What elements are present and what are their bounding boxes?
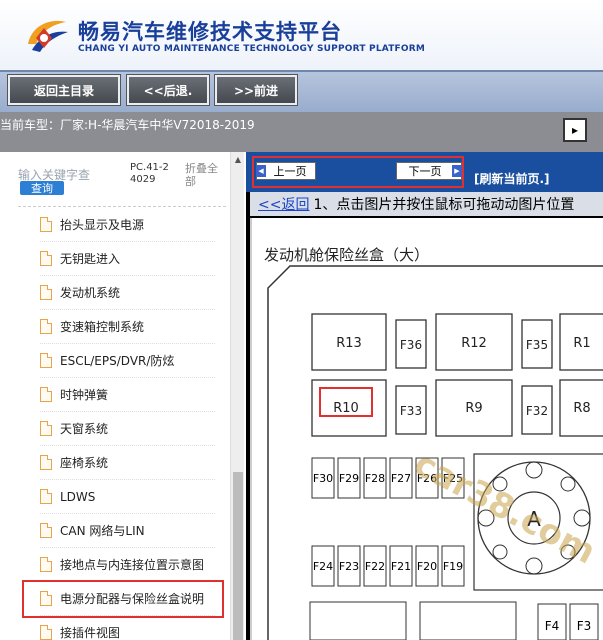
forward-button[interactable]: >>前进: [214, 74, 298, 106]
fuse-f33-label: F33: [400, 404, 422, 418]
selected-item-highlight: [22, 580, 224, 618]
next-page-button[interactable]: 下一页 ▶: [396, 162, 462, 180]
content-pane: ◀ 上一页 下一页 ▶ [刷新当前页.] <<返回 1、点击图片并按住鼠标可拖动…: [246, 152, 603, 640]
sidebar-item-escl[interactable]: ESCL/EPS/DVR/防炫: [40, 344, 215, 378]
diagram-viewer[interactable]: 发动机舱保险丝盒（大） R13 F36 R12 F35 R1 R10 F33 R…: [250, 218, 603, 640]
pc-code: PC.41-24029: [130, 162, 169, 185]
toggle-arrow-icon: ▸: [571, 123, 579, 137]
back-button[interactable]: <<后退.: [126, 74, 210, 106]
fuse-f36-label: F36: [400, 338, 422, 352]
sidebar-item-label: 接地点与内连接位置示意图: [60, 558, 205, 572]
return-link[interactable]: <<返回: [258, 194, 309, 214]
fuse-label: F30: [313, 472, 333, 485]
watermark: car38.com: [407, 444, 602, 573]
fuse-row-2: F24 F23 F22 F21 F20 F19: [311, 545, 465, 587]
header: 畅易汽车维修技术支持平台 CHANG YI AUTO MAINTENANCE T…: [0, 0, 603, 70]
refresh-link[interactable]: [刷新当前页.]: [474, 170, 550, 187]
sidebar-item-can-lin[interactable]: CAN 网络与LIN: [40, 514, 215, 548]
relay-r13-label: R13: [336, 336, 362, 351]
sidebar-item-label: 天窗系统: [60, 422, 109, 436]
relay-r1-label: R1: [573, 336, 590, 351]
prev-page-label: 上一页: [273, 165, 307, 178]
sidebar-item-label: 座椅系统: [60, 456, 109, 470]
sidebar-divider: [18, 206, 226, 207]
sidebar: 输入关键字查 查询 PC.41-24029 折叠全部 抬头显示及电源 无钥匙进入…: [0, 152, 246, 640]
sidebar-item-clock-spring[interactable]: 时钟弹簧: [40, 378, 215, 412]
current-car-label: 当前车型：厂家:H-华晨汽车中华V72018-2019: [0, 118, 255, 132]
fuse-label: F29: [339, 472, 359, 485]
sidebar-item-keyless[interactable]: 无钥匙进入: [40, 242, 215, 276]
sidebar-item-label: 变速箱控制系统: [60, 320, 145, 334]
sidebar-item-engine[interactable]: 发动机系统: [40, 276, 215, 310]
fuse-label: F24: [313, 560, 333, 573]
sidebar-item-ldws[interactable]: LDWS: [40, 480, 215, 514]
sidebar-item-connector-view[interactable]: 接插件视图: [40, 616, 215, 640]
search-button[interactable]: 查询: [20, 181, 64, 195]
nav-bar: 返回主目录 <<后退. >>前进: [0, 70, 603, 112]
sidebar-item-label: ESCL/EPS/DVR/防炫: [60, 354, 175, 368]
sidebar-item-label: LDWS: [60, 489, 96, 504]
sidebar-item-transmission[interactable]: 变速箱控制系统: [40, 310, 215, 344]
document-icon: [40, 319, 52, 334]
next-page-label: 下一页: [408, 165, 442, 178]
sidebar-item-label: 抬头显示及电源: [60, 218, 145, 232]
brand-logo-icon: [28, 20, 68, 52]
relay-r12-label: R12: [461, 336, 487, 351]
brand-subtitle: CHANG YI AUTO MAINTENANCE TECHNOLOGY SUP…: [78, 44, 426, 54]
fuse-label: F21: [391, 560, 411, 573]
sidebar-item-label: CAN 网络与LIN: [60, 524, 145, 538]
instruction-text: 1、点击图片并按住鼠标可拖动动图片位置: [313, 197, 575, 213]
sidebar-item-label: 接插件视图: [60, 626, 121, 640]
fuse-f3-label: F3: [577, 619, 592, 633]
sidebar-item-label: 发动机系统: [60, 286, 121, 300]
home-button[interactable]: 返回主目录: [7, 74, 121, 106]
document-icon: [40, 387, 52, 402]
relay-r10-label: R10: [333, 401, 359, 416]
content-toolbar: ◀ 上一页 下一页 ▶ [刷新当前页.]: [246, 152, 603, 192]
document-icon: [40, 455, 52, 470]
sidebar-item-label: 无钥匙进入: [60, 252, 121, 266]
car-info-bar: 当前车型：厂家:H-华晨汽车中华V72018-2019: [0, 112, 603, 152]
arrow-left-icon: ◀: [256, 165, 266, 177]
sidebar-item-label: 时钟弹簧: [60, 388, 109, 402]
sidebar-item-hud-power[interactable]: 抬头显示及电源: [40, 208, 215, 242]
fuse-label: F22: [365, 560, 385, 573]
scroll-thumb[interactable]: [233, 472, 243, 640]
document-icon: [40, 557, 52, 572]
sidebar-item-sunroof[interactable]: 天窗系统: [40, 412, 215, 446]
fuse-f4-label: F4: [545, 619, 560, 633]
sidebar-item-seat[interactable]: 座椅系统: [40, 446, 215, 480]
fuse-f32-label: F32: [526, 404, 548, 418]
document-icon: [40, 523, 52, 538]
prev-page-button[interactable]: ◀ 上一页: [256, 162, 316, 180]
fuse-label: F20: [417, 560, 437, 573]
sidebar-item-ground-points[interactable]: 接地点与内连接位置示意图: [40, 548, 215, 582]
brand-title: 畅易汽车维修技术支持平台: [78, 20, 342, 44]
sidebar-scrollbar[interactable]: ▲: [230, 152, 244, 640]
document-icon: [40, 353, 52, 368]
panel-toggle-button[interactable]: ▸: [563, 118, 587, 142]
app-window: 畅易汽车维修技术支持平台 CHANG YI AUTO MAINTENANCE T…: [0, 0, 603, 640]
scroll-up-arrow-icon[interactable]: ▲: [231, 152, 245, 166]
document-icon: [40, 285, 52, 300]
fuse-label: F19: [443, 560, 463, 573]
document-icon: [40, 489, 52, 504]
fuse-label: F28: [365, 472, 385, 485]
document-icon: [40, 251, 52, 266]
instruction-bar: <<返回 1、点击图片并按住鼠标可拖动动图片位置: [250, 192, 603, 216]
document-icon: [40, 625, 52, 640]
document-icon: [40, 421, 52, 436]
relay-r9-label: R9: [465, 401, 482, 416]
fuse-box-diagram[interactable]: R13 F36 R12 F35 R1 R10 F33 R9 F32 R8 F30…: [250, 218, 603, 640]
fuse-label: F23: [339, 560, 359, 573]
relay-r8-label: R8: [573, 401, 590, 416]
fuse-f35-label: F35: [526, 338, 548, 352]
collapse-all-link[interactable]: 折叠全部: [185, 162, 225, 188]
document-icon: [40, 217, 52, 232]
arrow-right-icon: ▶: [452, 165, 462, 177]
